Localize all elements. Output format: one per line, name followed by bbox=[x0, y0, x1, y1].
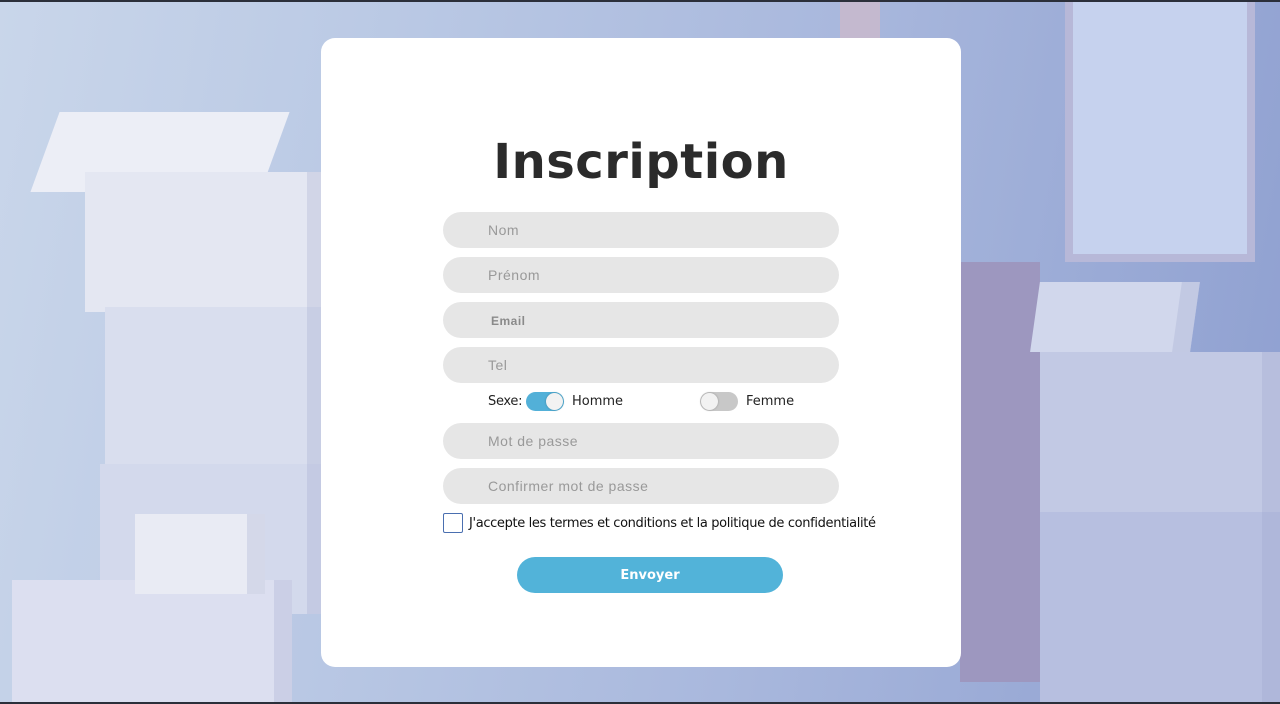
password-input[interactable] bbox=[443, 423, 839, 459]
femme-toggle[interactable] bbox=[700, 392, 738, 411]
background-box bbox=[1040, 352, 1280, 532]
homme-label: Homme bbox=[572, 394, 624, 409]
prenom-input[interactable] bbox=[443, 257, 839, 293]
toggle-knob bbox=[701, 393, 718, 410]
confirm-password-input[interactable] bbox=[443, 468, 839, 504]
page-title: Inscription bbox=[493, 134, 789, 190]
submit-button[interactable]: Envoyer bbox=[517, 557, 783, 593]
background-box bbox=[1040, 512, 1280, 702]
terms-label: J'accepte les termes et conditions et la… bbox=[469, 516, 876, 531]
tel-input[interactable] bbox=[443, 347, 839, 383]
toggle-knob bbox=[546, 393, 563, 410]
email-input[interactable] bbox=[443, 302, 839, 338]
nom-input[interactable] bbox=[443, 212, 839, 248]
background-box bbox=[1030, 282, 1200, 352]
homme-toggle[interactable] bbox=[526, 392, 564, 411]
background-box bbox=[85, 172, 325, 312]
femme-label: Femme bbox=[746, 394, 795, 409]
sexe-label: Sexe: bbox=[488, 394, 523, 409]
background-box bbox=[12, 580, 292, 702]
background-door-top bbox=[840, 2, 880, 42]
background-window bbox=[1065, 2, 1255, 262]
terms-checkbox[interactable] bbox=[443, 513, 463, 533]
background-door bbox=[960, 262, 1040, 682]
background-box bbox=[105, 307, 325, 477]
background-box bbox=[135, 514, 265, 594]
